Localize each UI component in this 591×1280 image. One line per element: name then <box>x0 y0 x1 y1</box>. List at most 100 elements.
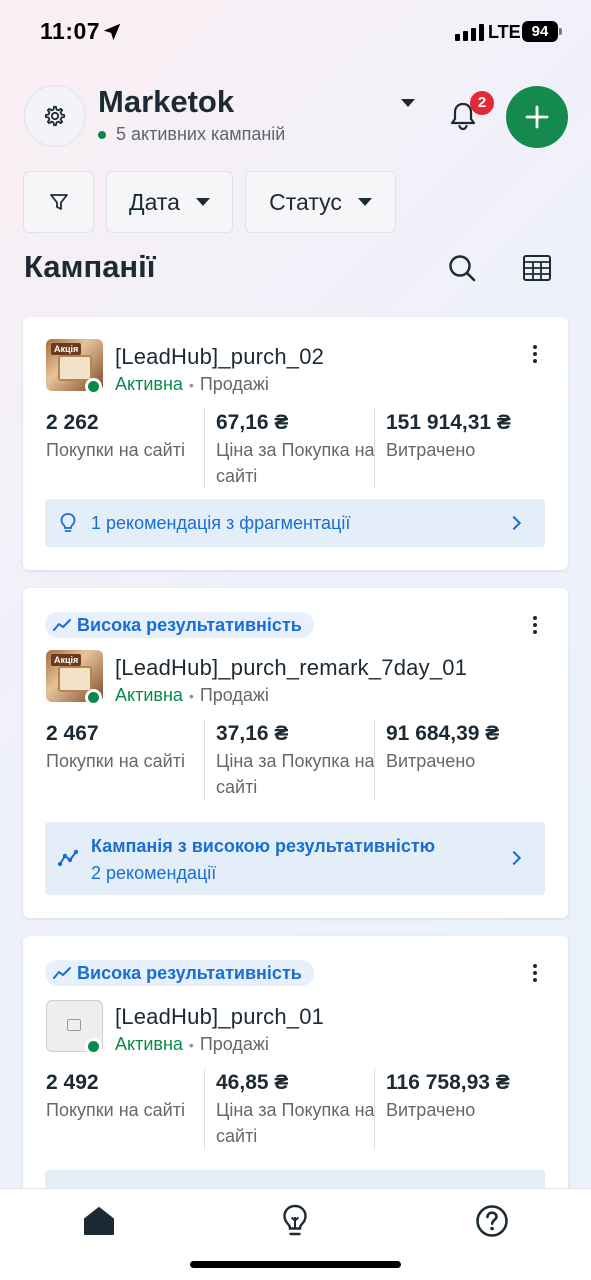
divider <box>204 1069 205 1149</box>
home-icon[interactable] <box>82 1205 116 1237</box>
promo-label: Акція <box>51 343 82 355</box>
divider <box>374 1069 375 1149</box>
status-filter-label: Статус <box>269 188 342 215</box>
metric-spent: 151 914,31 ₴ Витрачено <box>386 411 556 463</box>
metric-label: Покупки на сайті <box>46 1100 185 1120</box>
campaign-card[interactable]: Висока результативність Акція [LeadHub]_… <box>23 588 568 918</box>
more-options-icon[interactable] <box>532 616 538 637</box>
campaign-status: Активна • Продажі <box>115 374 269 394</box>
campaign-name[interactable]: [LeadHub]_purch_01 <box>115 1004 324 1030</box>
metric-value: 116 758,93 ₴ <box>386 1071 510 1094</box>
table-view-icon[interactable] <box>522 254 552 282</box>
divider <box>374 720 375 800</box>
metric-value: 46,85 ₴ <box>216 1071 289 1094</box>
recommendation-text: 1 рекомендація з фрагментації <box>91 513 351 533</box>
lightbulb-icon[interactable] <box>281 1203 309 1239</box>
plus-icon <box>525 105 549 129</box>
active-status-dot <box>85 689 102 706</box>
metric-label: Ціна за Покупка на сайті <box>216 440 375 486</box>
recommendation-banner[interactable]: 1 рекомендація з фрагментації <box>45 499 545 547</box>
network-type: LTE <box>488 22 521 42</box>
status-filter-button[interactable]: Статус <box>245 171 396 233</box>
metric-purchases: 2 262 Покупки на сайті <box>46 411 216 463</box>
campaign-status: Активна • Продажі <box>115 1034 269 1054</box>
metric-cost-per-purchase: 67,16 ₴ Ціна за Покупка на сайті <box>216 411 376 489</box>
metric-label: Покупки на сайті <box>46 440 185 460</box>
metric-value: 2 492 <box>46 1071 99 1094</box>
help-icon[interactable] <box>475 1204 509 1238</box>
delivery-status: Активна <box>115 1034 183 1054</box>
campaign-objective: Продажі <box>199 374 269 394</box>
campaign-objective: Продажі <box>199 1034 269 1054</box>
trend-line-icon <box>57 849 79 867</box>
settings-button[interactable] <box>24 85 86 147</box>
metric-label: Покупки на сайті <box>46 751 185 771</box>
active-status-dot <box>98 130 106 139</box>
metric-value: 2 467 <box>46 722 99 745</box>
recommendation-title: Кампанія з високою результативністю <box>91 836 436 856</box>
battery-tip <box>559 28 562 35</box>
chevron-right-icon <box>506 850 522 866</box>
date-filter-label: Дата <box>129 188 180 215</box>
page-title: Кампанії <box>24 249 156 284</box>
metric-value: 37,16 ₴ <box>216 722 289 745</box>
chevron-down-icon <box>357 198 372 206</box>
location-arrow-icon <box>103 23 121 41</box>
recommendation-text: 2 рекомендації <box>91 863 217 883</box>
active-status-dot <box>85 378 102 395</box>
metric-spent: 116 758,93 ₴ Витрачено <box>386 1071 556 1123</box>
high-performance-badge: Висока результативність <box>45 612 314 638</box>
metric-spent: 91 684,39 ₴ Витрачено <box>386 722 556 774</box>
status-bar: 11:07 LTE 94 <box>0 0 591 64</box>
metric-value: 2 262 <box>46 411 99 434</box>
promo-label: Акція <box>51 654 82 666</box>
chevron-down-icon <box>195 198 210 206</box>
metric-label: Ціна за Покупка на сайті <box>216 1100 375 1146</box>
lightbulb-icon <box>60 513 76 532</box>
cellular-signal-icon <box>455 24 484 41</box>
trend-line-icon <box>53 967 71 979</box>
more-options-icon[interactable] <box>532 964 538 985</box>
high-performance-badge: Висока результативність <box>45 960 314 986</box>
delivery-status: Активна <box>115 685 183 705</box>
account-name[interactable]: Marketok <box>98 84 234 120</box>
create-campaign-button[interactable] <box>506 86 568 148</box>
badge-label: Висока результативність <box>77 614 302 635</box>
battery-icon: 94 <box>522 21 558 42</box>
metric-value: 67,16 ₴ <box>216 411 289 434</box>
divider <box>374 409 375 489</box>
divider <box>204 720 205 800</box>
more-options-icon[interactable] <box>532 345 538 366</box>
trend-line-icon <box>53 619 71 631</box>
recommendation-banner[interactable]: Кампанія з високою результативністю 2 ре… <box>45 822 545 895</box>
metric-purchases: 2 492 Покупки на сайті <box>46 1071 216 1123</box>
metric-label: Витрачено <box>386 440 476 460</box>
gear-icon <box>44 105 66 127</box>
campaign-objective: Продажі <box>199 685 269 705</box>
date-filter-button[interactable]: Дата <box>106 171 233 233</box>
home-indicator <box>190 1261 401 1268</box>
filter-icon <box>49 194 68 210</box>
badge-label: Висока результативність <box>77 962 302 983</box>
campaign-name[interactable]: [LeadHub]_purch_remark_7day_01 <box>115 655 467 681</box>
metric-value: 91 684,39 ₴ <box>386 722 500 745</box>
chevron-right-icon <box>506 515 522 531</box>
metric-label: Ціна за Покупка на сайті <box>216 751 375 797</box>
account-dropdown-icon[interactable] <box>401 99 415 107</box>
account-subtitle: 5 активних кампаній <box>98 124 285 145</box>
notification-badge: 2 <box>470 91 494 115</box>
active-status-dot <box>85 1038 102 1055</box>
campaign-card[interactable]: Акція [LeadHub]_purch_02 Активна • Прода… <box>23 317 568 570</box>
campaign-name[interactable]: [LeadHub]_purch_02 <box>115 344 324 370</box>
metric-cost-per-purchase: 46,85 ₴ Ціна за Покупка на сайті <box>216 1071 376 1149</box>
metric-purchases: 2 467 Покупки на сайті <box>46 722 216 774</box>
filter-button[interactable] <box>23 171 94 233</box>
metric-cost-per-purchase: 37,16 ₴ Ціна за Покупка на сайті <box>216 722 376 800</box>
metric-label: Витрачено <box>386 751 476 771</box>
search-icon[interactable] <box>447 253 477 283</box>
metric-label: Витрачено <box>386 1100 476 1120</box>
metric-value: 151 914,31 ₴ <box>386 411 511 434</box>
campaign-status: Активна • Продажі <box>115 685 269 705</box>
status-time: 11:07 <box>40 18 101 44</box>
divider <box>204 409 205 489</box>
